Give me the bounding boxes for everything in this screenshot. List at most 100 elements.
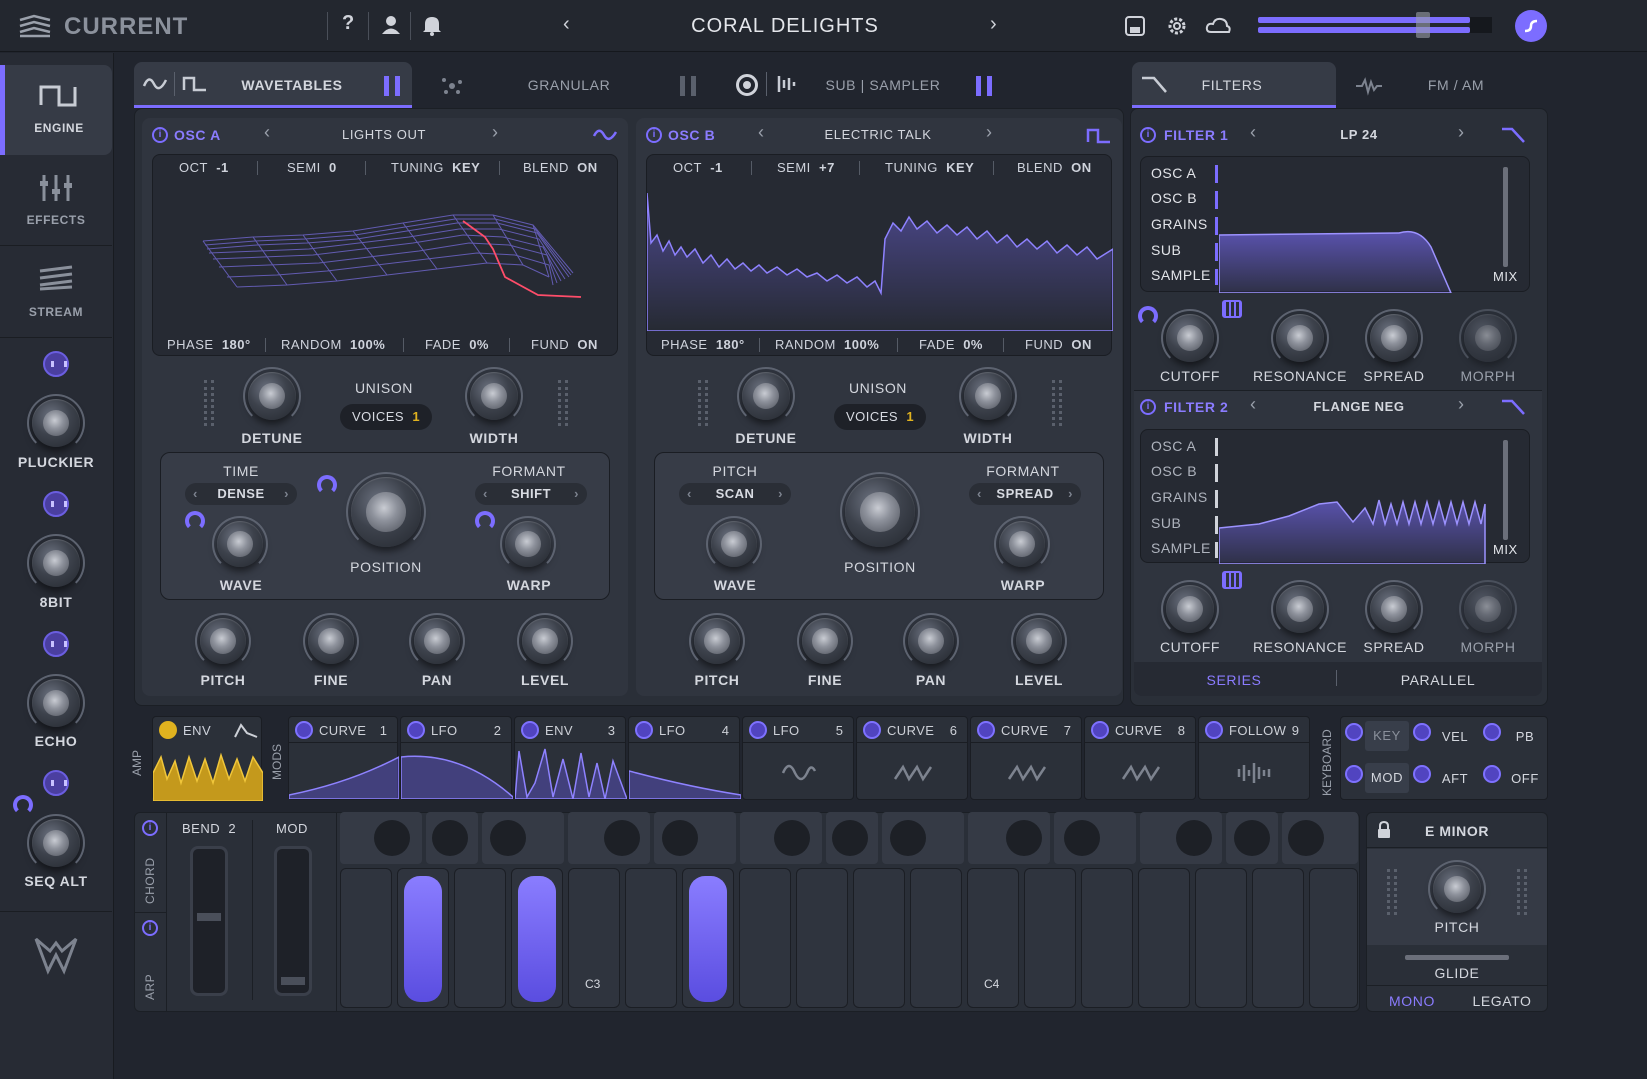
detune-knob[interactable] bbox=[737, 367, 795, 425]
scale-key[interactable]: E MINOR bbox=[1387, 823, 1527, 839]
key-active[interactable] bbox=[689, 876, 727, 1002]
mod-slot-5[interactable]: LFO 5 bbox=[742, 716, 854, 800]
macro-mod-button[interactable] bbox=[43, 770, 69, 796]
warp-knob[interactable] bbox=[500, 516, 556, 572]
chord-pad[interactable] bbox=[882, 812, 964, 864]
key[interactable] bbox=[1081, 868, 1133, 1008]
macro-knob-seq-alt[interactable] bbox=[27, 814, 85, 872]
fund-value[interactable]: ON bbox=[577, 337, 598, 352]
filter-1-display[interactable]: OSC A OSC B GRAINS SUB SAMPLE MIX bbox=[1140, 156, 1530, 293]
filter-2-display[interactable]: OSC A OSC B GRAINS SUB SAMPLE MIX bbox=[1140, 429, 1530, 564]
preset-name[interactable]: CORAL DELIGHTS bbox=[640, 15, 930, 38]
route-sample[interactable]: SAMPLE bbox=[1151, 267, 1211, 283]
mod-drag-icon[interactable] bbox=[407, 721, 425, 739]
mod-ring-icon[interactable] bbox=[13, 795, 33, 815]
mod-slot-7[interactable]: CURVE 7 bbox=[970, 716, 1082, 800]
mod-drag-icon[interactable] bbox=[1205, 721, 1223, 739]
wavetable-display[interactable]: OCT -1 SEMI +7 TUNING KEY BLEND ON PHASE… bbox=[646, 154, 1113, 356]
mod-drag-icon[interactable] bbox=[635, 721, 653, 739]
bell-icon[interactable] bbox=[421, 14, 443, 41]
mod-drag-icon[interactable] bbox=[1483, 765, 1501, 783]
help-icon[interactable]: ? bbox=[342, 12, 354, 35]
cutoff-knob[interactable] bbox=[1161, 309, 1219, 367]
drag-handle-icon[interactable] bbox=[698, 380, 708, 426]
route-sample[interactable]: SAMPLE bbox=[1151, 540, 1211, 556]
semi-value[interactable]: +7 bbox=[819, 160, 835, 175]
macro-mod-button[interactable] bbox=[43, 491, 69, 517]
resonance-knob[interactable] bbox=[1271, 580, 1329, 638]
info-icon[interactable]: i bbox=[1140, 399, 1156, 415]
mod-ring-icon[interactable] bbox=[1138, 306, 1158, 326]
prev-preset-icon[interactable]: ‹ bbox=[563, 13, 570, 36]
settings-gear-icon[interactable] bbox=[1166, 15, 1188, 42]
voices-selector[interactable]: VOICES 1 bbox=[340, 404, 432, 430]
wave-knob[interactable] bbox=[706, 516, 762, 572]
detune-knob[interactable] bbox=[243, 367, 301, 425]
wavetable-display[interactable]: OCT -1 SEMI 0 TUNING KEY BLEND ON PHASE … bbox=[152, 154, 618, 356]
mod-drag-icon[interactable] bbox=[977, 721, 995, 739]
level-knob[interactable] bbox=[517, 613, 573, 669]
tab-sub-sampler[interactable]: SUB | SAMPLER bbox=[720, 62, 1010, 108]
position-knob[interactable] bbox=[346, 472, 426, 552]
key[interactable] bbox=[340, 868, 392, 1008]
prev-wave-icon[interactable]: ‹ bbox=[264, 122, 270, 143]
pitch-knob[interactable] bbox=[689, 613, 745, 669]
drag-handle-icon[interactable] bbox=[558, 380, 568, 426]
key[interactable] bbox=[739, 868, 791, 1008]
pitch-knob[interactable] bbox=[1428, 860, 1486, 918]
key[interactable] bbox=[454, 868, 506, 1008]
chord-pad[interactable] bbox=[740, 812, 822, 864]
kb-pb-button[interactable]: PB bbox=[1503, 729, 1547, 744]
key[interactable] bbox=[1309, 868, 1358, 1008]
voices-selector[interactable]: VOICES 1 bbox=[834, 404, 926, 430]
chord-pad[interactable] bbox=[482, 812, 564, 864]
random-value[interactable]: 100% bbox=[844, 337, 879, 352]
save-icon[interactable] bbox=[1124, 15, 1146, 42]
pause-icon[interactable] bbox=[680, 76, 696, 96]
scan-selector[interactable]: ‹ SCAN › bbox=[679, 483, 791, 505]
morph-knob[interactable] bbox=[1459, 309, 1517, 367]
random-value[interactable]: 100% bbox=[350, 337, 385, 352]
oct-value[interactable]: -1 bbox=[710, 160, 723, 175]
pause-icon[interactable] bbox=[384, 76, 400, 96]
lowpass-icon[interactable] bbox=[1500, 398, 1528, 421]
key[interactable] bbox=[1195, 868, 1247, 1008]
chord-pad[interactable] bbox=[1282, 812, 1358, 864]
macro-mod-button[interactable] bbox=[43, 351, 69, 377]
cloud-icon[interactable] bbox=[1205, 16, 1231, 41]
keyboard-track-icon[interactable] bbox=[1222, 571, 1242, 589]
blend-value[interactable]: ON bbox=[577, 160, 598, 175]
morph-knob[interactable] bbox=[1459, 580, 1517, 638]
chord-pad[interactable] bbox=[968, 812, 1050, 864]
route-grains[interactable]: GRAINS bbox=[1151, 216, 1208, 232]
chord-pad[interactable] bbox=[426, 812, 478, 864]
wavetable-name[interactable]: LIGHTS OUT bbox=[292, 127, 476, 142]
route-grains[interactable]: GRAINS bbox=[1151, 489, 1208, 505]
bend-range[interactable]: 2 bbox=[228, 821, 236, 836]
route-sub[interactable]: SUB bbox=[1151, 242, 1181, 258]
prev-filter-icon[interactable]: ‹ bbox=[1250, 122, 1256, 143]
info-icon[interactable]: i bbox=[646, 127, 662, 143]
chord-label[interactable]: CHORD bbox=[143, 858, 157, 905]
info-icon[interactable]: i bbox=[142, 920, 158, 936]
info-icon[interactable]: i bbox=[152, 127, 168, 143]
mod-drag-icon[interactable] bbox=[863, 721, 881, 739]
user-icon[interactable] bbox=[380, 14, 402, 41]
mod-drag-icon[interactable] bbox=[295, 721, 313, 739]
kb-key-button[interactable]: KEY bbox=[1365, 721, 1409, 751]
lowpass-icon[interactable] bbox=[1500, 126, 1528, 149]
mod-ring-icon[interactable] bbox=[475, 511, 495, 531]
prev-filter-icon[interactable]: ‹ bbox=[1250, 394, 1256, 415]
macro-knob-echo[interactable] bbox=[27, 674, 85, 732]
mod-drag-icon[interactable] bbox=[1413, 723, 1431, 741]
mod-ring-icon[interactable] bbox=[317, 475, 337, 495]
drag-handle-icon[interactable] bbox=[1517, 869, 1527, 915]
mod-drag-icon[interactable] bbox=[1091, 721, 1109, 739]
key[interactable] bbox=[1252, 868, 1304, 1008]
wavetable-name[interactable]: ELECTRIC TALK bbox=[786, 127, 970, 142]
kb-vel-button[interactable]: VEL bbox=[1433, 729, 1477, 744]
mod-drag-icon[interactable] bbox=[521, 721, 539, 739]
info-icon[interactable]: i bbox=[1140, 127, 1156, 143]
chord-pad[interactable] bbox=[826, 812, 878, 864]
mod-slot-3[interactable]: ENV 3 bbox=[514, 716, 627, 800]
